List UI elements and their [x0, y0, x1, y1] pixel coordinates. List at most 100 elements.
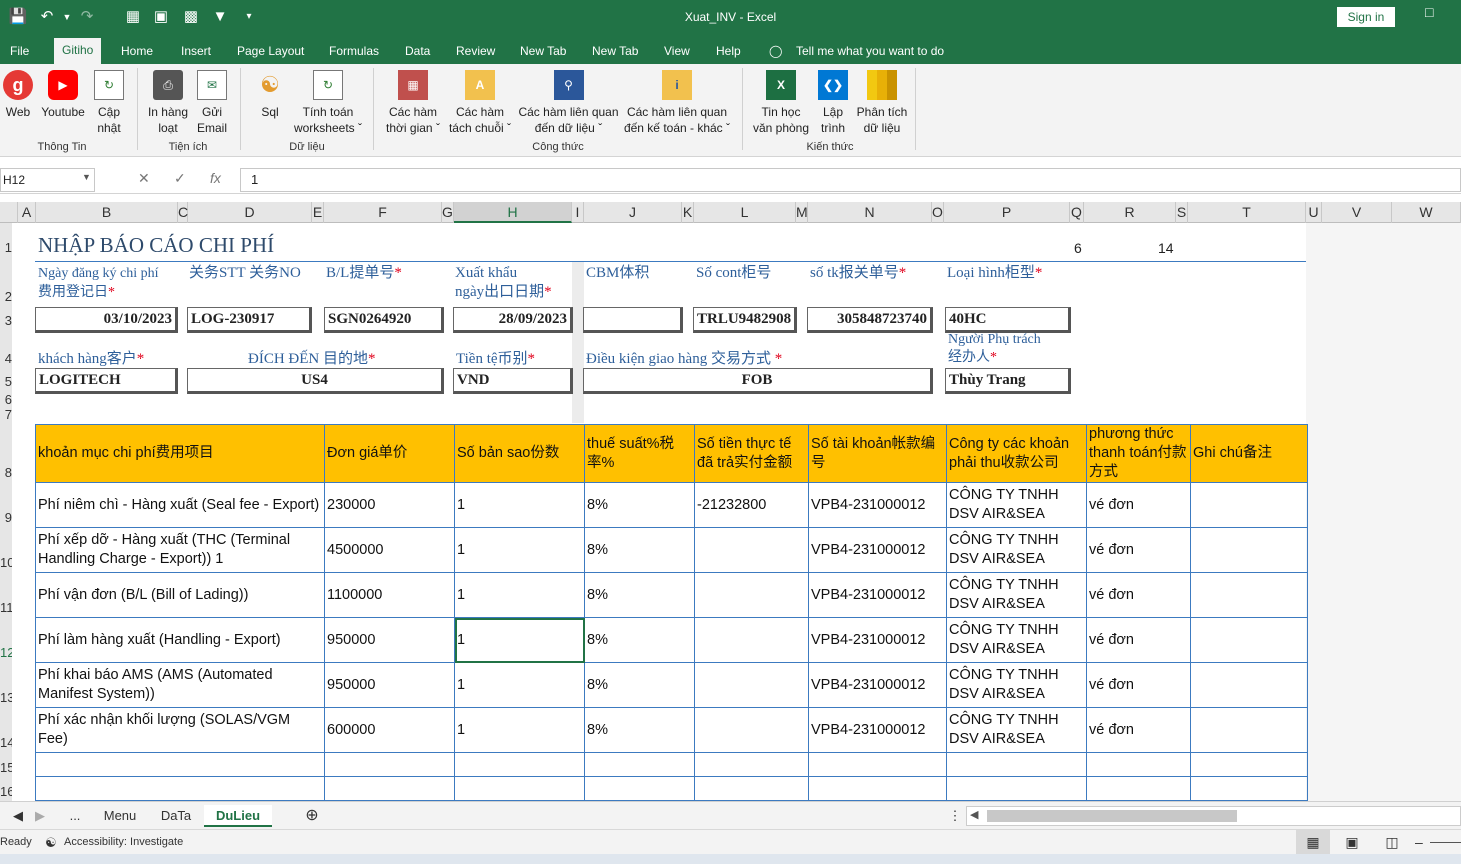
cell[interactable]: CÔNG TY TNHH DSV AIR&SEA: [946, 707, 1087, 753]
worksheet[interactable]: NHẬP BÁO CÁO CHI PHÍ 6 14 Ngày đăng ký c…: [12, 223, 1461, 801]
cell[interactable]: [1190, 482, 1308, 528]
field-bl[interactable]: SGN0264920: [324, 307, 444, 333]
header-ghi-chu[interactable]: Ghi chú备注: [1190, 424, 1308, 483]
cell[interactable]: VPB4-231000012: [808, 572, 947, 618]
field-cbm[interactable]: [583, 307, 683, 333]
cell[interactable]: [35, 752, 325, 777]
cell[interactable]: [946, 776, 1087, 801]
sheet-tab-data[interactable]: DaTa: [150, 805, 202, 827]
cell[interactable]: [694, 527, 809, 573]
field-so-tk[interactable]: 305848723740: [807, 307, 933, 333]
cell[interactable]: [1190, 572, 1308, 618]
cell[interactable]: [808, 776, 947, 801]
sign-in-button[interactable]: Sign in: [1337, 7, 1395, 27]
row-header[interactable]: 7: [0, 407, 12, 422]
column-header[interactable]: W: [1392, 202, 1461, 223]
gui-email-button[interactable]: ✉ Gửi Email: [196, 70, 228, 136]
cell[interactable]: 1: [454, 707, 585, 753]
add-sheet-icon[interactable]: ⊕: [300, 805, 324, 827]
column-header-selected[interactable]: H: [454, 202, 572, 223]
tell-me-search[interactable]: Tell me what you want to do: [796, 41, 944, 61]
row-header[interactable]: 15: [0, 760, 14, 775]
normal-view-icon[interactable]: ▦: [1296, 830, 1330, 854]
header-khoan-muc[interactable]: khoản mục chi phí费用项目: [35, 424, 325, 483]
cell[interactable]: [694, 617, 809, 663]
cell[interactable]: Phí xếp dỡ - Hàng xuất (THC (Terminal Ha…: [35, 527, 325, 573]
column-header[interactable]: Q: [1070, 202, 1084, 223]
column-header[interactable]: G: [442, 202, 454, 223]
column-header[interactable]: U: [1306, 202, 1322, 223]
column-header[interactable]: S: [1176, 202, 1188, 223]
row-header-selected[interactable]: 12: [0, 645, 14, 660]
formula-input[interactable]: 1: [240, 168, 1461, 192]
cell[interactable]: 1: [454, 662, 585, 708]
header-so-ban-sao[interactable]: Số bản sao份数: [454, 424, 585, 483]
cell[interactable]: 950000: [324, 662, 455, 708]
sql-button[interactable]: ☯ Sql: [254, 70, 286, 120]
cell[interactable]: [454, 752, 585, 777]
tab-splitter[interactable]: ⋮: [948, 805, 962, 827]
cell[interactable]: [808, 752, 947, 777]
cell[interactable]: CÔNG TY TNHH DSV AIR&SEA: [946, 662, 1087, 708]
tab-insert[interactable]: Insert: [181, 41, 211, 61]
tab-help[interactable]: Help: [716, 41, 741, 61]
cell[interactable]: 600000: [324, 707, 455, 753]
cell[interactable]: Phí khai báo AMS (AMS (Automated Manifes…: [35, 662, 325, 708]
column-header[interactable]: C: [178, 202, 188, 223]
cell[interactable]: CÔNG TY TNHH DSV AIR&SEA: [946, 482, 1087, 528]
cell[interactable]: [454, 776, 585, 801]
cell[interactable]: 8%: [584, 527, 695, 573]
cell[interactable]: 8%: [584, 482, 695, 528]
phan-tich-du-lieu-button[interactable]: Phân tích dữ liệu: [855, 70, 909, 136]
tin-hoc-van-phong-button[interactable]: X Tin học văn phòng: [751, 70, 811, 136]
cell[interactable]: VPB4-231000012: [808, 707, 947, 753]
column-header[interactable]: D: [188, 202, 312, 223]
cac-ham-thoi-gian-button[interactable]: ▦ Các hàm thời gian ˇ: [382, 70, 444, 136]
insert-function-icon[interactable]: fx: [210, 170, 221, 186]
tab-new-tab-1[interactable]: New Tab: [520, 41, 566, 61]
cell[interactable]: -21232800: [694, 482, 809, 528]
column-header[interactable]: L: [694, 202, 796, 223]
cell[interactable]: Phí xác nhận khối lượng (SOLAS/VGM Fee): [35, 707, 325, 753]
cell[interactable]: vé đơn: [1086, 482, 1191, 528]
tinh-toan-worksheets-button[interactable]: ↻ Tính toán worksheets ˇ: [292, 70, 364, 136]
header-don-gia[interactable]: Đơn giá单价: [324, 424, 455, 483]
field-log[interactable]: LOG-230917: [187, 307, 312, 333]
cell[interactable]: [1086, 752, 1191, 777]
cell[interactable]: 1100000: [324, 572, 455, 618]
cac-ham-tach-chuoi-button[interactable]: A Các hàm tách chuỗi ˇ: [446, 70, 514, 136]
cell[interactable]: [324, 752, 455, 777]
cell[interactable]: CÔNG TY TNHH DSV AIR&SEA: [946, 527, 1087, 573]
field-dieu-kien[interactable]: FOB: [583, 368, 933, 394]
accessibility-status[interactable]: Accessibility: Investigate: [64, 836, 183, 848]
row-header[interactable]: 9: [0, 510, 12, 525]
cell[interactable]: 8%: [584, 707, 695, 753]
page-break-icon[interactable]: ◫: [1380, 830, 1404, 854]
column-header[interactable]: R: [1084, 202, 1176, 223]
cell[interactable]: 8%: [584, 572, 695, 618]
cell[interactable]: 8%: [584, 662, 695, 708]
cell[interactable]: 4500000: [324, 527, 455, 573]
cell[interactable]: 8%: [584, 617, 695, 663]
row-header[interactable]: 6: [0, 392, 12, 407]
tab-home[interactable]: Home: [121, 41, 153, 61]
row-header[interactable]: 13: [0, 690, 14, 705]
enter-icon[interactable]: ✓: [174, 170, 186, 187]
header-phuong-thuc[interactable]: phương thức thanh toán付款方式: [1086, 424, 1191, 483]
web-button[interactable]: g Web: [3, 70, 33, 120]
row-header[interactable]: 2: [0, 289, 12, 304]
column-header[interactable]: A: [18, 202, 36, 223]
cell[interactable]: vé đơn: [1086, 572, 1191, 618]
header-so-tien[interactable]: Số tiền thực tế đã trả实付金额: [694, 424, 809, 483]
cell[interactable]: [584, 776, 695, 801]
row-header[interactable]: 10: [0, 555, 14, 570]
row-header[interactable]: 8: [0, 465, 12, 480]
cell[interactable]: Phí vận đơn (B/L (Bill of Lading)): [35, 572, 325, 618]
tab-data[interactable]: Data: [405, 41, 430, 61]
tab-view[interactable]: View: [664, 41, 690, 61]
cell[interactable]: [1190, 776, 1308, 801]
column-header[interactable]: O: [932, 202, 944, 223]
name-box[interactable]: H12: [0, 168, 95, 192]
cell[interactable]: [946, 752, 1087, 777]
row-header[interactable]: 16: [0, 784, 14, 799]
